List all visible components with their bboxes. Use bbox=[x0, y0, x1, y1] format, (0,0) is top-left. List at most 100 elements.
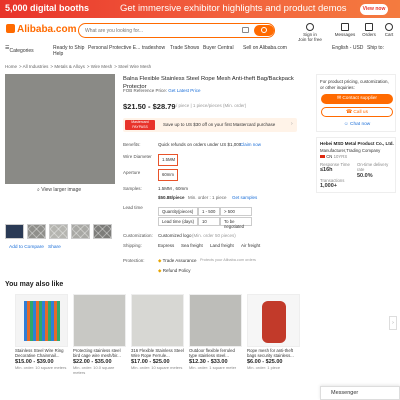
lead-days-2: To be negotiated bbox=[220, 217, 252, 229]
aperture-label: Aperture bbox=[123, 170, 141, 175]
lead-days-label: Lead time (days) bbox=[158, 217, 198, 226]
refund-icon: ◆ bbox=[158, 268, 162, 273]
aperture-option[interactable]: 60mm bbox=[158, 169, 178, 181]
view-larger-label: View larger image bbox=[41, 187, 82, 193]
banner-left-text: 5,000 digital booths bbox=[5, 3, 90, 13]
product-thumbnail-art bbox=[24, 301, 60, 341]
cart-link[interactable]: Cart bbox=[381, 23, 397, 37]
mastercard-badge: Mastercard PAYPASS bbox=[125, 120, 155, 130]
related-product-moq: Min. order: 1 square meter bbox=[189, 365, 237, 370]
price-note: / piece | 1 piece/pieces (Min. order) bbox=[176, 103, 247, 108]
related-product-2[interactable]: Protecting stainless steel bird cage wir… bbox=[73, 294, 126, 375]
on-time-delivery-value: 50.0% bbox=[357, 173, 373, 179]
nav-ppe[interactable]: Personal Protective E... bbox=[88, 45, 140, 51]
thumbnail-1[interactable] bbox=[27, 224, 46, 239]
camera-icon[interactable] bbox=[242, 27, 249, 33]
ship-to-selector[interactable]: Ship to: bbox=[367, 45, 384, 51]
related-product-image[interactable] bbox=[131, 294, 184, 347]
related-product-1[interactable]: Stainless Steel Wire Ring Decorative Cha… bbox=[15, 294, 68, 370]
lead-days-1: 10 bbox=[198, 217, 220, 226]
messenger-widget[interactable]: Messenger bbox=[320, 386, 400, 400]
related-product-moq: Min. order: 1 piece bbox=[247, 365, 281, 370]
nav-buyer-central[interactable]: Buyer Central bbox=[203, 45, 234, 51]
call-us-button[interactable]: ☎ Call us bbox=[321, 107, 393, 117]
trade-assurance-label: Trade Assurance bbox=[162, 258, 197, 263]
refund-policy-link[interactable]: ◆ Refund Policy bbox=[158, 268, 191, 274]
messenger-label: Messenger bbox=[331, 390, 359, 396]
may-also-like-heading: You may also like bbox=[5, 281, 64, 288]
crumb-wire-mesh[interactable]: Wire Mesh bbox=[91, 64, 113, 69]
chat-now-button[interactable]: ☺ Chat now bbox=[321, 120, 393, 130]
messages-link[interactable]: Messages bbox=[333, 23, 357, 37]
company-type: Manufacturer,Trading Company bbox=[320, 148, 381, 153]
country-code: CN bbox=[326, 154, 333, 159]
contact-supplier-button[interactable]: ✉ Contact supplier bbox=[321, 94, 393, 104]
nav-help[interactable]: Help bbox=[53, 51, 63, 57]
mastercard-text: Save up to US $30 off on your first Mast… bbox=[163, 122, 276, 127]
claim-now-link[interactable]: Claim now bbox=[240, 142, 261, 147]
nav-trade-shows[interactable]: Trade Shows bbox=[170, 45, 199, 51]
crumb-home[interactable]: Home bbox=[5, 64, 17, 69]
on-time-delivery-label: On-time delivery rate bbox=[357, 162, 389, 172]
breadcrumb: Home > All Industries > Metals & Alloys > W… bbox=[5, 64, 152, 69]
get-samples-link[interactable]: Get samples bbox=[232, 195, 257, 200]
categories-menu[interactable]: ☰ Categories bbox=[5, 45, 34, 54]
crumb-metals[interactable]: Metals & Alloys bbox=[54, 64, 85, 69]
cart-label: Cart bbox=[384, 32, 394, 37]
related-product-image[interactable] bbox=[73, 294, 126, 347]
crumb-all-industries[interactable]: All Industries bbox=[23, 64, 49, 69]
cart-icon bbox=[385, 23, 393, 31]
fob-label: FOB Reference Price: bbox=[123, 88, 168, 93]
trade-assurance-note: Protects your Alibaba.com orders bbox=[200, 258, 256, 262]
search-bar bbox=[78, 23, 275, 38]
wire-diameter-label: Wire Diameter bbox=[123, 154, 152, 159]
lead-qty-range-1: 1 - 500 bbox=[198, 207, 220, 216]
nav-tradeshow[interactable]: tradeshow bbox=[142, 45, 165, 51]
ship-express: Express bbox=[158, 243, 175, 248]
related-product-image[interactable] bbox=[15, 294, 68, 347]
cn-flag-icon bbox=[320, 155, 325, 158]
related-product-image[interactable] bbox=[247, 294, 300, 347]
crumb-steel-wire-mesh[interactable]: Steel Wire Mesh bbox=[118, 64, 151, 69]
view-larger-link[interactable]: ⌕ View larger image bbox=[37, 187, 81, 193]
company-name[interactable]: Hebei MSD Metal Product Co., Ltd. bbox=[320, 141, 394, 146]
orders-link[interactable]: Orders bbox=[360, 23, 378, 37]
banner-middle-text: Get immersive exhibitor highlights and p… bbox=[120, 3, 347, 14]
logo-text: Alibaba.com bbox=[17, 24, 77, 35]
carousel-next-button[interactable]: › bbox=[389, 316, 397, 330]
orders-label: Orders bbox=[362, 32, 376, 37]
alibaba-logo[interactable]: Alibaba.com bbox=[6, 24, 76, 35]
related-product-moq: Min. order: 10 square meters bbox=[131, 365, 183, 370]
related-product-4[interactable]: Outdoor flexible ferruled type stainless… bbox=[189, 294, 242, 370]
promo-banner[interactable]: 5,000 digital booths Get immersive exhib… bbox=[0, 0, 400, 18]
share-link[interactable]: Share bbox=[48, 245, 61, 250]
nav-sell[interactable]: Sell on Alibaba.com bbox=[243, 45, 287, 51]
thumbnail-4[interactable] bbox=[93, 224, 112, 239]
chevron-right-icon: › bbox=[291, 121, 293, 127]
thumbnail-3[interactable] bbox=[71, 224, 90, 239]
mastercard-promo[interactable]: Mastercard PAYPASS Save up to US $30 off… bbox=[123, 118, 297, 132]
add-to-compare-link[interactable]: Add to Compare bbox=[9, 245, 44, 250]
samples-value: 1.5MM , 60mm bbox=[158, 186, 189, 191]
signin-link[interactable]: Sign in Join for free bbox=[296, 23, 324, 42]
language-selector[interactable]: English - USD bbox=[332, 45, 363, 51]
related-product-3[interactable]: 316 Flexible Stainless Steel Wire Rope F… bbox=[131, 294, 184, 370]
thumbnail-video[interactable] bbox=[5, 224, 24, 239]
price-range: $21.50 - $28.79 bbox=[123, 102, 176, 111]
search-input[interactable] bbox=[85, 26, 235, 36]
wire-diameter-option[interactable]: 1.5MM bbox=[158, 154, 178, 166]
search-button[interactable] bbox=[254, 25, 274, 36]
related-product-image[interactable] bbox=[189, 294, 242, 347]
shield-icon: ◆ bbox=[158, 258, 162, 263]
related-product-name: Rope mesh for anti-theft bags security s… bbox=[247, 348, 294, 358]
chat-label: Chat now bbox=[349, 122, 371, 127]
thumbnail-2[interactable] bbox=[49, 224, 68, 239]
messages-label: Messages bbox=[334, 32, 356, 37]
lead-time-table: Quantity(pieces) 1 - 500 > 500 Lead time… bbox=[158, 207, 253, 229]
banner-view-now-button[interactable]: View now bbox=[360, 4, 388, 15]
category-nav: ☰ Categories Ready to Ship Personal Prot… bbox=[0, 42, 400, 57]
related-product-name: Protecting stainless steel bird cage wir… bbox=[73, 348, 121, 358]
main-product-image[interactable] bbox=[5, 74, 115, 184]
get-latest-price-link[interactable]: Get Latest Price bbox=[168, 88, 200, 93]
related-product-5[interactable]: Rope mesh for anti-theft bags security s… bbox=[247, 294, 300, 370]
